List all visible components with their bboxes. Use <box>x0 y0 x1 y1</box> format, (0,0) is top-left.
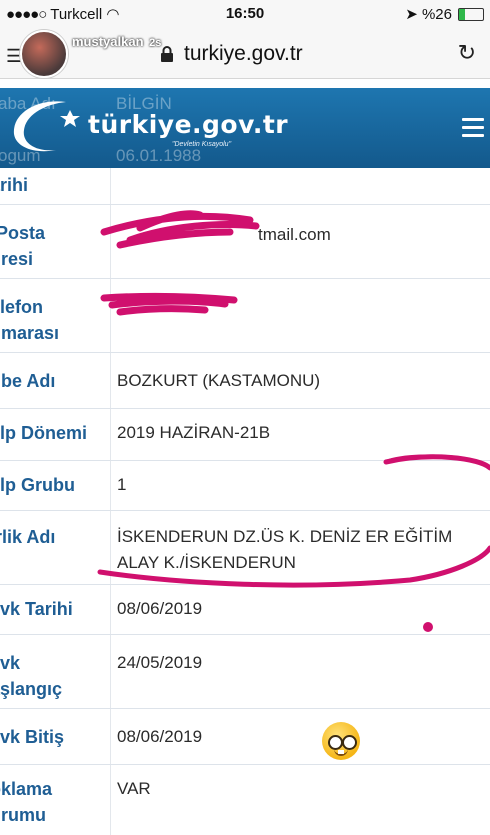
address-bar: ☰ mustyalkan 2s turkiye.gov.tr ↻ <box>0 28 490 79</box>
reload-icon[interactable]: ↻ <box>458 40 476 66</box>
status-bar: ●●●●○ Turkcell ◠ 16:50 ➤ %26 <box>0 0 490 28</box>
row-label: umarası <box>0 323 60 343</box>
avatar <box>20 30 68 78</box>
row-label: elp Dönemi <box>0 423 88 443</box>
row-label: evk <box>0 653 21 673</box>
table-row: evk aşlangıç 24/05/2019 <box>0 634 490 709</box>
row-value: 08/06/2019 <box>117 727 203 746</box>
battery-icon <box>458 8 484 21</box>
table-row: irlik Adı İSKENDERUN DZ.ÜS K. DENİZ ER E… <box>0 510 490 585</box>
row-label: evk Bitiş <box>0 727 65 747</box>
row-label: oklama <box>0 779 53 799</box>
table-row: ube Adı BOZKURT (KASTAMONU) <box>0 352 490 409</box>
table-row: elp Grubu 1 <box>0 460 490 511</box>
site-header: aba Adı BİLGİN ogum 06.01.1988 türkiye.g… <box>0 88 490 168</box>
row-value: ALAY K./İSKENDERUN <box>117 553 296 572</box>
table-row: evk Bitiş 08/06/2019 <box>0 708 490 765</box>
row-label: elefon <box>0 297 44 317</box>
row-label: irlik Adı <box>0 527 56 547</box>
row-label: dresi <box>0 249 34 269</box>
table-row: -Posta dresi tmail.com <box>0 204 490 279</box>
row-label: arihi <box>0 175 29 195</box>
hamburger-menu-icon[interactable] <box>462 118 484 142</box>
row-label: -Posta <box>0 223 46 243</box>
row-value: 2019 HAZİRAN-21B <box>117 423 271 442</box>
ghost-value: 06.01.1988 <box>116 146 202 165</box>
row-value: 08/06/2019 <box>117 599 203 618</box>
username-overlay: mustyalkan 2s <box>72 34 162 49</box>
location-arrow-icon: ➤ <box>405 6 418 23</box>
row-label: elp Grubu <box>0 475 75 495</box>
site-tagline: "Devletin Kısayolu" <box>172 141 232 148</box>
row-value: tmail.com <box>258 225 331 244</box>
lock-icon <box>161 46 173 62</box>
row-value: 1 <box>117 475 127 494</box>
row-label: evk Tarihi <box>0 599 73 619</box>
nerd-emoji-icon <box>322 722 360 760</box>
table-row: evk Tarihi 08/06/2019 <box>0 584 490 635</box>
logo-swoosh-icon <box>13 101 80 152</box>
row-value: BOZKURT (KASTAMONU) <box>117 371 321 390</box>
row-label: ube Adı <box>0 371 56 391</box>
battery-percent: ➤ %26 <box>405 6 452 23</box>
table-row: elefon umarası <box>0 278 490 353</box>
row-value: İSKENDERUN DZ.ÜS K. DENİZ ER EĞİTİM <box>117 527 453 546</box>
site-logo[interactable]: türkiye.gov.tr <box>88 110 288 139</box>
row-label: urumu <box>0 805 46 825</box>
row-value: VAR <box>117 779 151 798</box>
table-row: oklama urumu VAR <box>0 764 490 835</box>
table-row: arihi <box>0 168 490 205</box>
row-value: 24/05/2019 <box>117 653 203 672</box>
url-field[interactable]: turkiye.gov.tr <box>184 42 303 66</box>
row-label: aşlangıç <box>0 679 63 699</box>
table-row: elp Dönemi 2019 HAZİRAN-21B <box>0 408 490 461</box>
